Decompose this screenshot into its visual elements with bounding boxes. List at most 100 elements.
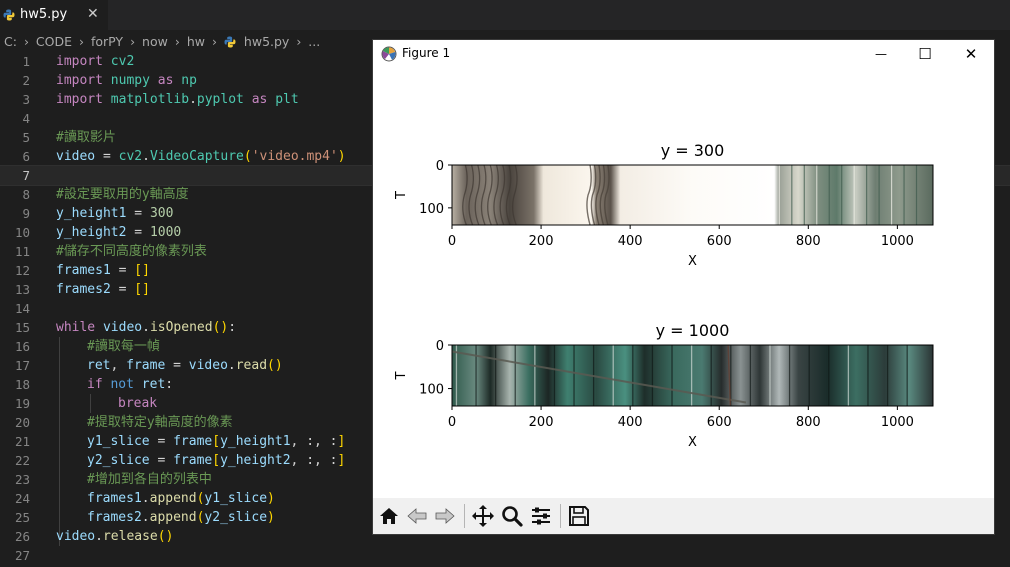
line-number: 11 <box>14 244 30 259</box>
line-number: 27 <box>14 548 30 563</box>
line-number: 10 <box>14 225 30 240</box>
code-text: import numpy as np <box>56 73 197 88</box>
line-number: 5 <box>22 130 30 145</box>
line-number: 14 <box>14 301 30 316</box>
breadcrumb-drive[interactable]: C: <box>4 34 17 49</box>
tab-hw5-py[interactable]: hw5.py ✕ <box>0 0 108 31</box>
code-line[interactable]: 27 <box>0 546 1010 565</box>
editor-tab-bar: hw5.py ✕ <box>0 0 1010 31</box>
zoom-icon[interactable] <box>500 504 524 528</box>
window-titlebar[interactable]: Figure 1 — ☐ ✕ <box>373 40 994 68</box>
tab-label: hw5.py <box>20 7 68 22</box>
x-tick-label: 0 <box>448 415 456 430</box>
x-tick-label: 200 <box>529 234 554 249</box>
chevron-right-icon: › <box>211 34 217 49</box>
line-number: 23 <box>14 472 30 487</box>
close-tab-icon[interactable]: ✕ <box>87 6 99 22</box>
figure-canvas[interactable]: 0 200 400 600 800 10000100y = 300XT 0 200 400 60… <box>373 68 994 498</box>
code-text: while video.isOpened(): <box>56 320 237 335</box>
window-title: Figure 1 <box>402 46 451 60</box>
code-text: ret, frame = video.read() <box>87 358 283 373</box>
x-tick-label: 400 <box>618 234 643 249</box>
code-text: import matplotlib.pyplot as plt <box>56 92 299 107</box>
matplotlib-figure-window[interactable]: Figure 1 — ☐ ✕ 0 200 400 600 800 1000 0 … <box>373 40 994 534</box>
breadcrumb-now[interactable]: now <box>142 34 168 49</box>
line-number: 24 <box>14 491 30 506</box>
line-number: 15 <box>14 320 30 335</box>
code-text: frames2 = [] <box>56 282 150 297</box>
toolbar-separator <box>464 504 465 528</box>
code-comment: #增加到各自的列表中 <box>87 472 212 487</box>
code-comment: #讀取影片 <box>56 130 116 145</box>
x-axis-label: X <box>688 435 697 450</box>
x-axis-label: X <box>688 254 697 269</box>
navigation-toolbar <box>373 498 994 534</box>
chevron-right-icon: › <box>79 34 84 49</box>
code-text: video.release() <box>56 529 174 544</box>
chevron-right-icon: › <box>174 34 180 49</box>
forward-arrow-icon[interactable] <box>433 504 457 528</box>
x-tick-label: 800 <box>796 415 821 430</box>
configure-subplots-icon[interactable] <box>529 504 553 528</box>
code-comment: #設定要取用的y軸高度 <box>56 187 189 202</box>
code-comment: #儲存不同高度的像素列表 <box>56 244 207 259</box>
save-icon[interactable] <box>567 504 591 528</box>
code-comment: #讀取每一幀 <box>87 339 160 354</box>
y-axis-label: T <box>394 371 409 380</box>
line-number: 21 <box>14 434 30 449</box>
heatmap-image <box>452 165 933 225</box>
plot-title: y = 300 <box>661 141 725 160</box>
y-tick-label: 100 <box>419 383 444 398</box>
close-window-button[interactable]: ✕ <box>948 40 994 68</box>
breadcrumb-forpy[interactable]: forPY <box>91 34 123 49</box>
code-text: if not ret: <box>87 377 174 392</box>
x-tick-label: 1000 <box>881 234 914 249</box>
code-text: y2_slice = frame[y_height2, :, :] <box>87 453 346 468</box>
code-text: frames1.append(y1_slice) <box>87 491 275 506</box>
minimize-button[interactable]: — <box>858 40 904 68</box>
line-number: 25 <box>14 510 30 525</box>
line-number: 2 <box>22 73 30 88</box>
toolbar-separator <box>560 504 561 528</box>
chevron-right-icon: › <box>130 34 136 49</box>
line-number: 4 <box>22 111 30 126</box>
line-number: 6 <box>22 149 30 164</box>
line-number: 19 <box>14 396 30 411</box>
x-tick-label: 400 <box>618 415 643 430</box>
line-number: 9 <box>22 206 30 221</box>
plot-title: y = 1000 <box>656 321 730 340</box>
line-number: 18 <box>14 377 30 392</box>
code-text: frames2.append(y2_slice) <box>87 510 275 525</box>
breadcrumb-hw[interactable]: hw <box>187 34 205 49</box>
subplot-y1000: 0 200 400 600 800 1000 0 100 y = 1000 X T <box>394 321 934 450</box>
y-axis-label: T <box>394 191 409 200</box>
subplot-y300: 0 200 400 600 800 1000 0 100 y = 300 X T <box>394 141 934 269</box>
python-file-icon <box>3 9 15 21</box>
y-tick-label: 0 <box>436 159 444 174</box>
code-keyword: break <box>118 396 158 411</box>
pan-icon[interactable] <box>471 504 495 528</box>
maximize-button[interactable]: ☐ <box>902 40 948 68</box>
code-text: y_height2 = 1000 <box>56 225 182 240</box>
line-number: 8 <box>22 187 30 202</box>
line-number: 22 <box>14 453 30 468</box>
code-text: video = cv2.VideoCapture('video.mp4') <box>56 149 346 164</box>
breadcrumb-file[interactable]: hw5.py <box>244 34 289 49</box>
back-arrow-icon[interactable] <box>405 504 429 528</box>
line-number: 7 <box>22 168 30 183</box>
x-tick-label: 200 <box>529 415 554 430</box>
line-number: 13 <box>14 282 30 297</box>
heatmap-image <box>452 345 933 406</box>
code-text: import cv2 <box>56 54 135 69</box>
x-tick-label: 600 <box>707 234 732 249</box>
y-tick-label: 0 <box>436 339 444 354</box>
code-text: frames1 = [] <box>56 263 150 278</box>
x-tick-label: 800 <box>796 234 821 249</box>
code-text: y1_slice = frame[y_height1, :, :] <box>87 434 346 449</box>
breadcrumb-code[interactable]: CODE <box>36 34 72 49</box>
chevron-right-icon: › <box>296 34 302 49</box>
line-number: 3 <box>22 92 30 107</box>
line-number: 26 <box>14 529 30 544</box>
home-icon[interactable] <box>377 504 401 528</box>
breadcrumb-symbols[interactable]: ... <box>308 34 320 49</box>
